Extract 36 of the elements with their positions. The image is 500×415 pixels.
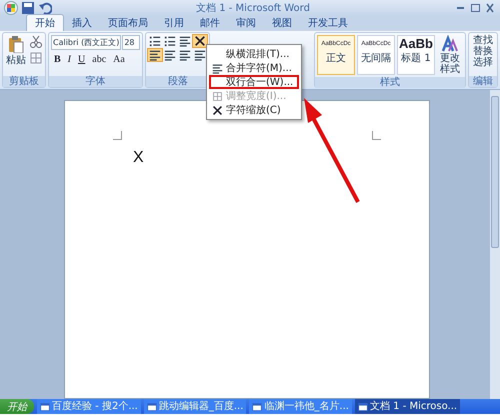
format-button[interactable]: U: [75, 52, 88, 66]
start-button[interactable]: 开始: [0, 399, 34, 414]
taskbar-button[interactable]: 跳动编辑器_百度...: [144, 399, 246, 414]
taskbar-button[interactable]: 文档 1 - Microso...: [354, 399, 460, 414]
window-title: 文档 1 - Microsoft Word: [195, 2, 311, 15]
group-label: 字体: [49, 76, 142, 87]
group-label: 样式: [315, 77, 465, 88]
ribbon-tab[interactable]: 引用: [156, 15, 192, 31]
edit-command[interactable]: 查找: [471, 35, 495, 46]
ribbon-tab[interactable]: 审阅: [228, 15, 264, 31]
edit-command[interactable]: 替换: [471, 46, 495, 57]
menu-item[interactable]: 纵横混排(T)...: [209, 47, 300, 61]
menu-item[interactable]: 合并字符(M)...: [209, 61, 300, 75]
edit-command[interactable]: 选择: [471, 57, 495, 68]
group-label: 剪贴板: [3, 76, 45, 87]
ribbon-tab[interactable]: 开发工具: [300, 15, 356, 31]
paste-button[interactable]: 粘贴: [5, 35, 27, 74]
format-button[interactable]: abc: [89, 52, 110, 66]
ribbon-tab[interactable]: 页面布局: [100, 15, 156, 31]
font-size-field[interactable]: 28: [122, 35, 140, 50]
menu-item[interactable]: 双行合一(W)...: [209, 75, 300, 89]
taskbar-button[interactable]: 百度经验 - 搜2个...: [37, 399, 141, 414]
format-button[interactable]: Aa: [110, 52, 128, 66]
ribbon-tab[interactable]: 插入: [64, 15, 100, 31]
style-option[interactable]: AaBb 标题 1: [397, 35, 435, 75]
ribbon-tab[interactable]: 视图: [264, 15, 300, 31]
document-text: X: [133, 149, 144, 166]
menu-item[interactable]: 字符缩放(C): [209, 103, 300, 117]
format-button[interactable]: I: [64, 52, 74, 66]
change-styles-button[interactable]: 更改样式: [437, 35, 463, 75]
taskbar-button[interactable]: 临渊一祎他_名片...: [249, 399, 352, 414]
format-button[interactable]: B: [51, 52, 64, 66]
ribbon-tab[interactable]: 开始: [26, 14, 64, 31]
font-name-field[interactable]: Calibri (西文正文): [51, 35, 122, 50]
group-label: 编辑: [469, 76, 497, 87]
ribbon-tab[interactable]: 邮件: [192, 15, 228, 31]
